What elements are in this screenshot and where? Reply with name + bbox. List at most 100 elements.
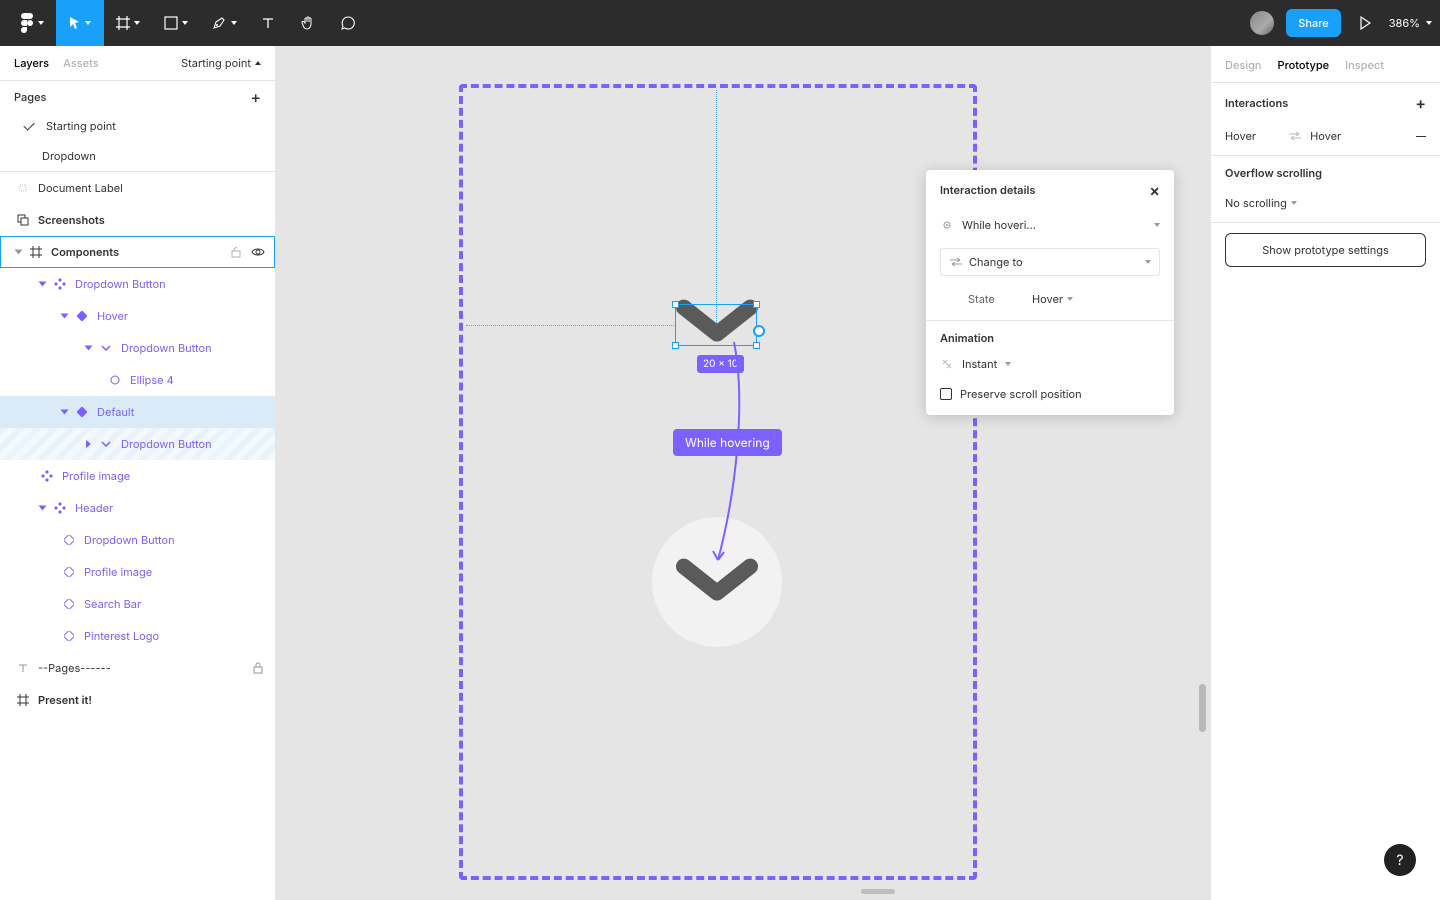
- layer-components[interactable]: Components: [0, 236, 275, 268]
- page-selector[interactable]: Starting point: [181, 56, 261, 70]
- layer-header[interactable]: Header: [0, 492, 275, 524]
- disclosure-triangle-icon[interactable]: [39, 506, 47, 511]
- interaction-details-popup: Interaction details × While hoveri... Ch…: [926, 170, 1174, 415]
- layer-label: Screenshots: [38, 213, 105, 227]
- disclosure-triangle-icon[interactable]: [61, 410, 69, 415]
- disclosure-triangle-icon[interactable]: [15, 250, 23, 255]
- help-button[interactable]: ?: [1384, 844, 1416, 876]
- text-tool-button[interactable]: [248, 0, 288, 46]
- disclosure-triangle-icon[interactable]: [39, 282, 47, 287]
- selection-outline: [675, 304, 757, 346]
- pen-tool-button[interactable]: [200, 0, 248, 46]
- resize-handle[interactable]: [672, 301, 679, 308]
- layer-label: Dropdown Button: [121, 341, 212, 355]
- overflow-value-row[interactable]: No scrolling: [1211, 190, 1440, 216]
- layer-search-bar[interactable]: Search Bar: [0, 588, 275, 620]
- action-select[interactable]: Change to: [940, 248, 1160, 276]
- layer-dropdown-button-set[interactable]: Dropdown Button: [0, 268, 275, 300]
- layer-document-label[interactable]: Document Label: [0, 172, 275, 204]
- interaction-trigger: Hover: [1225, 129, 1256, 143]
- trigger-row[interactable]: While hoveri...: [926, 210, 1174, 240]
- preserve-scroll-row[interactable]: Preserve scroll position: [926, 379, 1174, 415]
- share-button[interactable]: Share: [1286, 9, 1340, 37]
- layer-label: Pinterest Logo: [84, 629, 159, 643]
- cursor-icon: [69, 16, 81, 30]
- lock-icon[interactable]: [251, 661, 265, 675]
- action-value: Change to: [969, 255, 1023, 269]
- chevron-down-icon: [231, 21, 237, 25]
- add-interaction-button[interactable]: +: [1415, 93, 1426, 113]
- zoom-control[interactable]: 386%: [1389, 16, 1432, 30]
- layer-default-dropdown-button[interactable]: Dropdown Button: [0, 428, 275, 460]
- page-selector-label: Starting point: [181, 56, 251, 70]
- text-icon: [261, 16, 275, 30]
- page-item-starting-point[interactable]: Starting point: [0, 111, 275, 141]
- close-button[interactable]: ×: [1149, 182, 1160, 198]
- pen-icon: [211, 15, 227, 31]
- hand-tool-button[interactable]: [288, 0, 328, 46]
- animation-row[interactable]: Instant: [926, 349, 1174, 379]
- ellipse-icon: [108, 373, 122, 387]
- variant-set-icon: [53, 277, 67, 291]
- disclosure-triangle-icon[interactable]: [86, 440, 91, 448]
- state-row[interactable]: State Hover: [926, 284, 1174, 314]
- chevron-down-icon: [99, 341, 113, 355]
- layer-screenshots[interactable]: Screenshots: [0, 204, 275, 236]
- layer-present-it[interactable]: Present it!: [0, 684, 275, 716]
- visibility-icon[interactable]: [251, 245, 265, 259]
- layer-variant-default[interactable]: Default: [0, 396, 275, 428]
- remove-interaction-button[interactable]: [1416, 136, 1426, 137]
- layer-header-profile-image[interactable]: Profile image: [0, 556, 275, 588]
- add-page-button[interactable]: +: [250, 89, 261, 105]
- prototype-flow-label[interactable]: While hovering: [673, 429, 782, 456]
- present-button[interactable]: [1353, 0, 1377, 46]
- disclosure-triangle-icon[interactable]: [85, 346, 93, 351]
- shape-tool-button[interactable]: [152, 0, 200, 46]
- resize-handle[interactable]: [753, 301, 760, 308]
- layer-header-dropdown-button[interactable]: Dropdown Button: [0, 524, 275, 556]
- page-item-dropdown[interactable]: Dropdown: [0, 141, 275, 171]
- section-title: Overflow scrolling: [1225, 166, 1322, 180]
- interaction-row[interactable]: Hover Hover: [1211, 123, 1440, 149]
- tab-design[interactable]: Design: [1225, 58, 1262, 72]
- show-prototype-settings-button[interactable]: Show prototype settings: [1225, 233, 1426, 267]
- figma-menu-button[interactable]: [8, 0, 56, 46]
- prototype-connection-node[interactable]: [753, 325, 765, 337]
- chevron-down-icon: [134, 21, 140, 25]
- state-label: State: [968, 292, 1016, 306]
- distance-guide-vertical: [716, 90, 717, 325]
- frame-tool-button[interactable]: [104, 0, 152, 46]
- tab-inspect[interactable]: Inspect: [1345, 58, 1384, 72]
- tab-prototype[interactable]: Prototype: [1278, 58, 1330, 72]
- tab-layers[interactable]: Layers: [14, 56, 49, 70]
- layer-label: Present it!: [38, 693, 92, 707]
- comment-tool-button[interactable]: [328, 0, 368, 46]
- layer-pinterest-logo[interactable]: Pinterest Logo: [0, 620, 275, 652]
- layer-label: Ellipse 4: [130, 373, 174, 387]
- instance-icon: [62, 533, 76, 547]
- layer-ellipse-4[interactable]: Ellipse 4: [0, 364, 275, 396]
- move-tool-button[interactable]: [56, 0, 104, 46]
- preserve-scroll-checkbox[interactable]: [940, 388, 952, 400]
- overflow-value: No scrolling: [1225, 196, 1287, 210]
- layer-label: Search Bar: [84, 597, 141, 611]
- user-avatar[interactable]: [1250, 11, 1274, 35]
- instance-icon: [62, 597, 76, 611]
- figma-logo-icon: [20, 13, 34, 33]
- text-icon: [16, 661, 30, 675]
- chevron-down-icon: [1291, 201, 1297, 205]
- layer-profile-image[interactable]: Profile image: [0, 460, 275, 492]
- disclosure-triangle-icon[interactable]: [61, 314, 69, 319]
- layer-label: Hover: [97, 309, 128, 323]
- layer-hover-dropdown-button[interactable]: Dropdown Button: [0, 332, 275, 364]
- panel-grab-handle[interactable]: [861, 889, 895, 894]
- layer-label: --Pages------: [38, 661, 111, 675]
- layer-variant-hover[interactable]: Hover: [0, 300, 275, 332]
- action-row: Change to: [926, 240, 1174, 284]
- popup-header: Interaction details ×: [926, 170, 1174, 210]
- layer-pages-text[interactable]: --Pages------: [0, 652, 275, 684]
- prototype-arrow: [676, 342, 776, 572]
- tab-assets[interactable]: Assets: [63, 56, 99, 70]
- unlock-icon[interactable]: [229, 245, 243, 259]
- canvas-scrollbar-thumb[interactable]: [1199, 684, 1206, 732]
